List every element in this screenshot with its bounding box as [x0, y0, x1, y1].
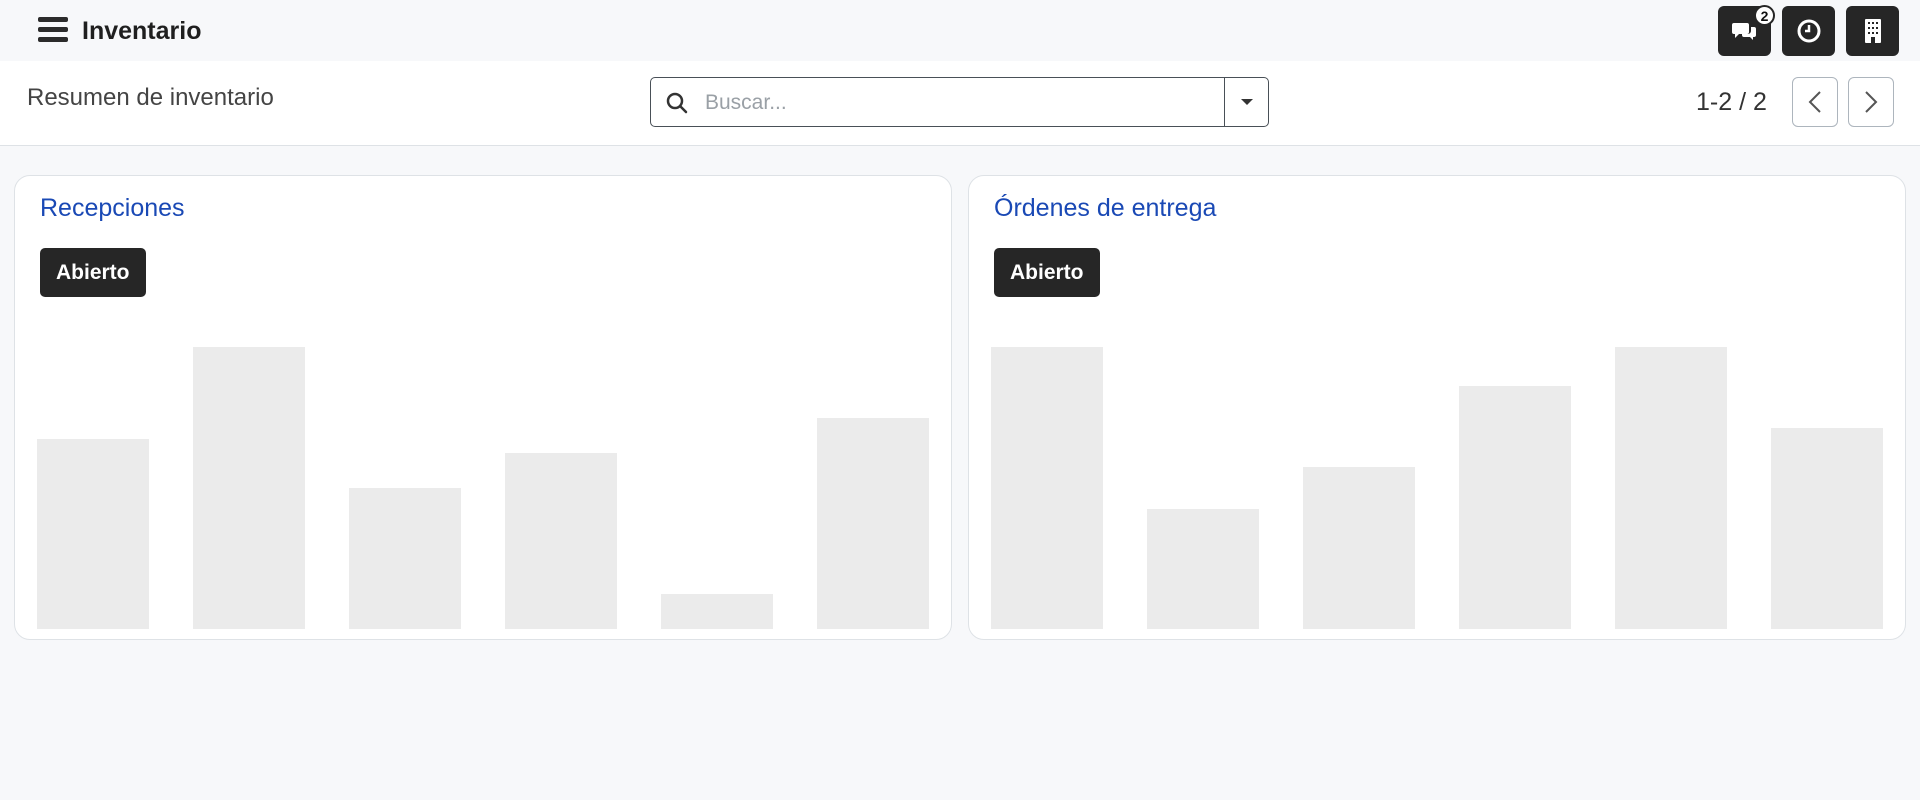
search-options-toggle[interactable]: [1224, 78, 1268, 126]
search-box: [650, 77, 1269, 127]
building-icon: [1864, 19, 1881, 43]
caret-down-icon: [1240, 99, 1253, 105]
messages-badge: 2: [1754, 5, 1775, 26]
pager-next-button[interactable]: [1848, 77, 1894, 127]
placeholder-bar: [817, 418, 929, 629]
card-title[interactable]: Órdenes de entrega: [994, 194, 1216, 223]
placeholder-bar: [193, 347, 305, 629]
control-panel: Resumen de inventario 1-2 / 2: [0, 61, 1920, 146]
placeholder-bar: [1615, 347, 1727, 629]
placeholder-bar: [1771, 428, 1883, 629]
pager-value[interactable]: 1-2 / 2: [1696, 88, 1767, 117]
breadcrumb: Resumen de inventario: [27, 84, 274, 111]
top-navbar: Inventario 2: [0, 0, 1920, 61]
open-button[interactable]: Abierto: [994, 248, 1100, 297]
placeholder-bar: [349, 488, 461, 629]
placeholder-bar: [991, 347, 1103, 629]
clock-icon: [1797, 19, 1820, 43]
open-button[interactable]: Abierto: [40, 248, 146, 297]
placeholder-bar: [661, 594, 773, 629]
app-title[interactable]: Inventario: [82, 17, 201, 46]
card-title[interactable]: Recepciones: [40, 194, 185, 223]
operation-type-card: Recepciones Abierto: [14, 175, 952, 640]
search-icon: [666, 92, 688, 114]
activities-button[interactable]: [1782, 6, 1835, 56]
pager-previous-button[interactable]: [1792, 77, 1838, 127]
placeholder-bar: [1459, 386, 1571, 629]
placeholder-bar: [505, 453, 617, 629]
operation-type-card: Órdenes de entrega Abierto: [968, 175, 1906, 640]
chevron-left-icon: [1808, 91, 1821, 113]
placeholder-bar: [1147, 509, 1259, 629]
placeholder-bar: [1303, 467, 1415, 629]
chevron-right-icon: [1865, 91, 1878, 113]
search-input[interactable]: [703, 86, 1207, 120]
chat-icon: [1731, 23, 1756, 40]
company-button[interactable]: [1846, 6, 1899, 56]
placeholder-bar: [37, 439, 149, 629]
messages-button[interactable]: 2: [1718, 5, 1775, 56]
menu-icon[interactable]: [38, 17, 68, 43]
